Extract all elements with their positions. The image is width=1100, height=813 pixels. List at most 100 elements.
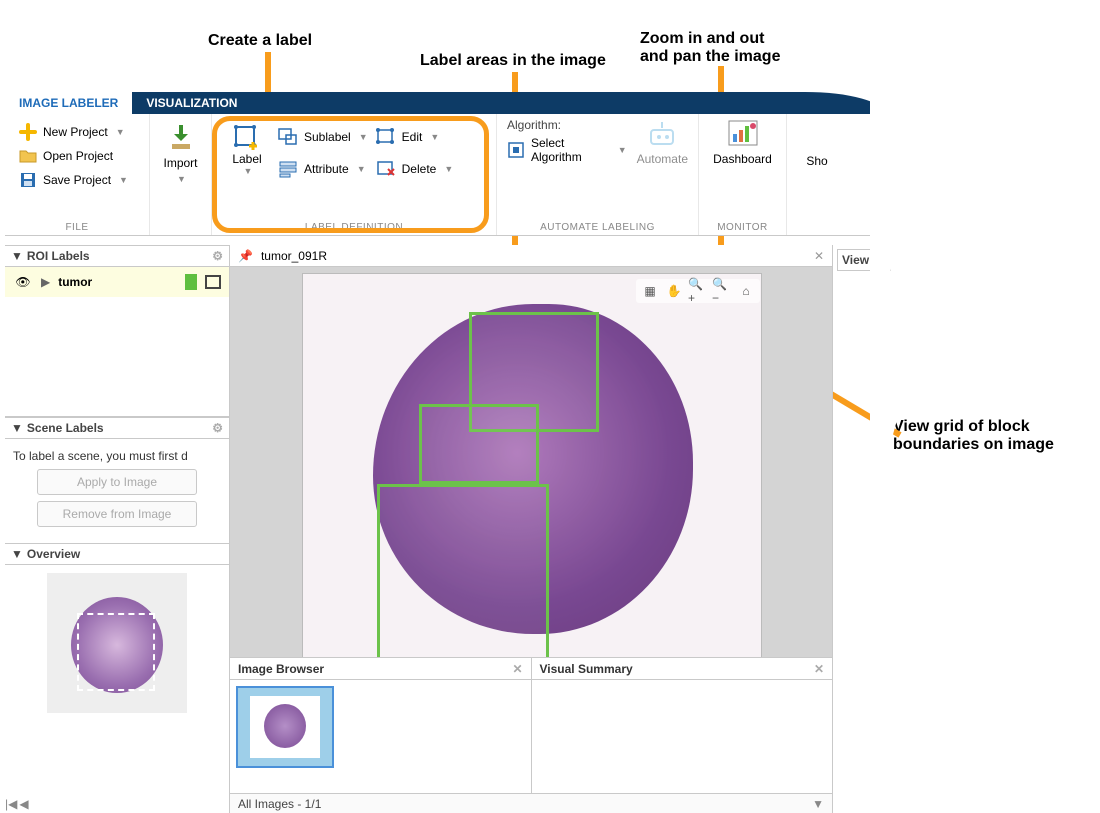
ribbon: New Project ▼ Open Project Save Project … — [5, 114, 877, 236]
center-panel: 📌 tumor_091R ✕ ▦ ✋ 🔍+ 🔍− ⌂ Image Browser… — [230, 245, 833, 813]
automate-icon — [647, 118, 677, 148]
status-text: All Images - 1/1 — [238, 797, 321, 811]
group-title-monitor: MONITOR — [699, 222, 786, 233]
chevron-down-icon: ▼ — [430, 132, 439, 142]
group-title-automate: AUTOMATE LABELING — [497, 222, 698, 233]
scene-labels-title: Scene Labels — [27, 421, 104, 435]
sublabel-button[interactable]: Sublabel ▼ — [274, 124, 372, 150]
roi-labels-title: ROI Labels — [27, 249, 90, 263]
rectangle-plus-icon — [233, 124, 261, 152]
rectangle-x-icon — [376, 160, 396, 178]
sublabel-label: Sublabel — [304, 130, 351, 144]
new-project-button[interactable]: New Project ▼ — [15, 120, 139, 144]
label-label: Label — [232, 152, 261, 166]
eye-icon[interactable]: 👁 — [13, 275, 33, 289]
chevron-down-icon: ▼ — [11, 421, 23, 435]
visual-summary-title: Visual Summary — [540, 662, 633, 676]
nav-prev-icon[interactable]: ◀ — [19, 797, 28, 811]
roi-box-1[interactable] — [419, 404, 539, 484]
browser-thumbnail[interactable] — [236, 686, 334, 768]
dashboard-icon — [728, 118, 758, 148]
floppy-icon — [19, 171, 37, 189]
edit-label: Edit — [402, 130, 423, 144]
image-browser-panel: Image Browser ✕ — [230, 658, 532, 793]
roi-list: 👁 ▶ tumor — [5, 267, 229, 417]
scene-labels-header[interactable]: ▼ Scene Labels ⚙ — [5, 417, 229, 439]
view-title: View — [842, 253, 869, 267]
image-browser-title: Image Browser — [238, 662, 324, 676]
overview-header[interactable]: ▼ Overview — [5, 543, 229, 565]
overview-viewport — [77, 613, 155, 691]
pin-icon[interactable]: 📌 — [238, 249, 253, 263]
home-icon[interactable]: ⌂ — [736, 281, 756, 301]
import-label: Import — [163, 156, 197, 170]
left-panel: ▼ ROI Labels ⚙ 👁 ▶ tumor ▼ Scene Labels … — [5, 245, 230, 813]
pan-icon[interactable]: ✋ — [664, 281, 684, 301]
overview-thumbnail[interactable] — [47, 573, 187, 713]
zoom-out-icon[interactable]: 🔍− — [712, 281, 732, 301]
zoom-in-icon[interactable]: 🔍+ — [688, 281, 708, 301]
roi-item-tumor[interactable]: 👁 ▶ tumor — [5, 267, 229, 297]
tab-visualization[interactable]: VISUALIZATION — [132, 92, 251, 114]
roi-box-2[interactable] — [377, 484, 549, 657]
image-browser-header: Image Browser ✕ — [230, 658, 531, 680]
overview-body — [5, 565, 229, 721]
import-icon — [166, 122, 196, 152]
image-canvas[interactable]: ▦ ✋ 🔍+ 🔍− ⌂ — [230, 267, 832, 657]
ribbon-group-shots: Sho — [787, 114, 847, 235]
bottom-panels: Image Browser ✕ Visual Summary ✕ — [230, 657, 832, 793]
dashboard-label: Dashboard — [713, 152, 772, 166]
scene-labels-body: To label a scene, you must first d Apply… — [5, 439, 229, 543]
color-swatch — [185, 274, 197, 290]
shots-label: Sho — [806, 154, 827, 168]
label-button[interactable]: Label ▼ — [220, 120, 274, 217]
status-dropdown-icon[interactable]: ▼ — [812, 797, 824, 811]
attribute-label: Attribute — [304, 162, 349, 176]
expand-icon[interactable]: ▶ — [41, 275, 50, 289]
attribute-button[interactable]: Attribute ▼ — [274, 156, 372, 182]
edit-button[interactable]: Edit ▼ — [372, 124, 458, 150]
scene-hint-text: To label a scene, you must first d — [13, 449, 221, 463]
gear-icon[interactable]: ⚙ — [212, 421, 223, 435]
chevron-down-icon: ▼ — [11, 547, 23, 561]
annotation-zoom-pan: Zoom in and out and pan the image — [640, 30, 780, 66]
save-project-label: Save Project — [43, 173, 111, 187]
save-project-button[interactable]: Save Project ▼ — [15, 168, 139, 192]
doc-title: tumor_091R — [261, 249, 327, 263]
image-frame — [302, 273, 762, 657]
tabstrip: IMAGE LABELER VISUALIZATION — [5, 92, 885, 114]
document-tab: 📌 tumor_091R ✕ — [230, 245, 832, 267]
new-project-label: New Project — [43, 125, 108, 139]
chevron-down-icon: ▼ — [116, 127, 125, 137]
group-title-labeldef: LABEL DEFINITION — [212, 222, 496, 233]
close-icon[interactable]: ✕ — [814, 662, 824, 676]
close-icon[interactable]: ✕ — [814, 249, 824, 263]
algorithm-label: Algorithm: — [507, 118, 627, 132]
rectangle-shape-icon — [205, 275, 221, 289]
ribbon-group-labeldef: Label ▼ Sublabel ▼ Attribute ▼ — [212, 114, 497, 235]
select-algorithm-label: Select Algorithm — [531, 136, 610, 164]
attribute-icon — [278, 160, 298, 178]
grid-icon[interactable]: ▦ — [640, 281, 660, 301]
dashboard-button[interactable]: Dashboard — [716, 118, 770, 166]
tab-image-labeler[interactable]: IMAGE LABELER — [5, 92, 132, 114]
open-project-button[interactable]: Open Project — [15, 144, 139, 168]
chevron-down-icon: ▼ — [359, 132, 368, 142]
roi-name: tumor — [58, 275, 177, 289]
chevron-down-icon: ▼ — [444, 164, 453, 174]
visual-summary-body — [532, 680, 833, 793]
chevron-down-icon: ▼ — [11, 249, 23, 263]
gear-icon[interactable]: ⚙ — [212, 249, 223, 263]
annotation-create-label: Create a label — [208, 32, 312, 50]
sublabel-icon — [278, 128, 298, 146]
group-title-file: FILE — [5, 222, 149, 233]
close-icon[interactable]: ✕ — [512, 662, 522, 676]
roi-labels-header[interactable]: ▼ ROI Labels ⚙ — [5, 245, 229, 267]
select-algorithm-button[interactable]: Select Algorithm ▼ — [507, 138, 627, 162]
import-button[interactable]: Import ▼ — [154, 122, 208, 184]
chevron-down-icon: ▼ — [357, 164, 366, 174]
delete-button[interactable]: Delete ▼ — [372, 156, 458, 182]
nav-first-icon[interactable]: |◀ — [5, 797, 17, 811]
apply-to-image-button: Apply to Image — [37, 469, 197, 495]
algorithm-icon — [507, 141, 525, 159]
